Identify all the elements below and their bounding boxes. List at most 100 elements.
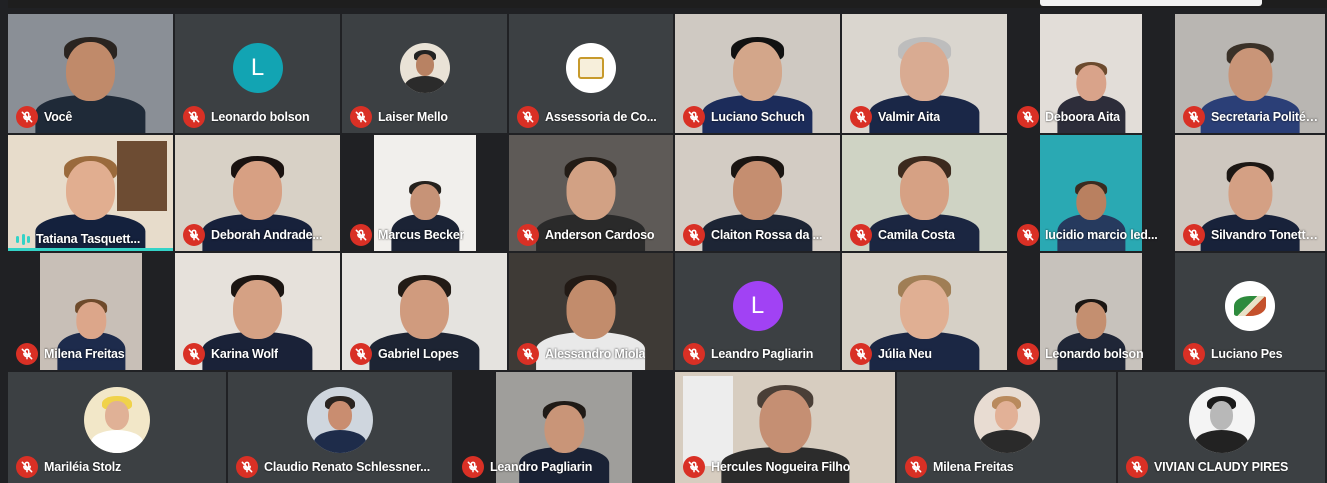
- participant-tile[interactable]: Alessandro Miola: [509, 253, 673, 370]
- participant-tile[interactable]: Camila Costa: [842, 135, 1007, 251]
- participant-head: [66, 42, 115, 102]
- participant-label: Claiton Rossa da ...: [683, 224, 822, 246]
- muted-mic-icon[interactable]: [16, 456, 38, 478]
- participant-tile[interactable]: VIVIAN CLAUDY PIRES: [1118, 372, 1325, 483]
- participant-letter-avatar: L: [232, 42, 283, 93]
- photo-head: [105, 401, 129, 431]
- participant-tile[interactable]: Deborah Andrade...: [175, 135, 340, 251]
- participant-label: Karina Wolf: [183, 343, 278, 365]
- participant-head: [733, 42, 782, 102]
- muted-mic-icon[interactable]: [1183, 343, 1205, 365]
- muted-mic-icon[interactable]: [683, 106, 705, 128]
- participant-label: Leandro Pagliarin: [462, 456, 592, 478]
- active-speaker-bar: [8, 248, 173, 251]
- participant-tile[interactable]: Marcus Becker: [342, 135, 507, 251]
- participant-tile[interactable]: Júlia Neu: [842, 253, 1007, 370]
- participant-tile[interactable]: Karina Wolf: [175, 253, 340, 370]
- participant-tile[interactable]: Gabriel Lopes: [342, 253, 507, 370]
- participant-tile[interactable]: Laiser Mello: [342, 14, 507, 133]
- muted-mic-icon[interactable]: [683, 224, 705, 246]
- muted-mic-icon[interactable]: [183, 343, 205, 365]
- participant-tile[interactable]: Luciano Pes: [1175, 253, 1325, 370]
- participant-head: [1227, 166, 1273, 221]
- participant-tile[interactable]: Claiton Rossa da ...: [675, 135, 840, 251]
- participant-tile[interactable]: L Leandro Pagliarin: [675, 253, 840, 370]
- muted-mic-icon[interactable]: [183, 106, 205, 128]
- participant-photo-avatar: [973, 386, 1040, 453]
- participant-name: Leandro Pagliarin: [490, 460, 593, 474]
- participant-label: Iucidio marcio led...: [1017, 224, 1158, 246]
- participant-tile[interactable]: Anderson Cardoso: [509, 135, 673, 251]
- participant-tile[interactable]: Leonardo bolson: [1009, 253, 1173, 370]
- muted-mic-icon[interactable]: [850, 343, 872, 365]
- muted-mic-icon[interactable]: [350, 106, 372, 128]
- participant-label: Deboora Aita: [1017, 106, 1120, 128]
- participant-name: Júlia Neu: [878, 347, 932, 361]
- participant-name: Leonardo bolson: [211, 110, 310, 124]
- participant-head: [733, 160, 782, 221]
- participant-tile[interactable]: Você: [8, 14, 173, 133]
- muted-mic-icon[interactable]: [850, 106, 872, 128]
- photo-head: [328, 401, 352, 431]
- participant-name: Claiton Rossa da ...: [711, 228, 823, 242]
- participant-tile[interactable]: Luciano Schuch: [675, 14, 840, 133]
- muted-mic-icon[interactable]: [517, 224, 539, 246]
- muted-mic-icon[interactable]: [350, 224, 372, 246]
- muted-mic-icon[interactable]: [517, 106, 539, 128]
- muted-mic-icon[interactable]: [905, 456, 927, 478]
- participant-tile[interactable]: Mariléia Stolz: [8, 372, 226, 483]
- participant-head: [566, 161, 616, 221]
- participant-name: Você: [44, 110, 73, 124]
- muted-mic-icon[interactable]: [16, 343, 38, 365]
- participant-tile[interactable]: Milena Freitas: [8, 253, 173, 370]
- participant-tile[interactable]: Assessoria de Co...: [509, 14, 673, 133]
- muted-mic-icon[interactable]: [1183, 224, 1205, 246]
- participant-head: [1076, 183, 1106, 221]
- muted-mic-icon[interactable]: [1017, 343, 1039, 365]
- participant-tile[interactable]: Claudio Renato Schlessner...: [228, 372, 452, 483]
- muted-mic-icon[interactable]: [1126, 456, 1148, 478]
- muted-mic-icon[interactable]: [517, 343, 539, 365]
- participant-tile[interactable]: Deboora Aita: [1009, 14, 1173, 133]
- muted-mic-icon[interactable]: [183, 224, 205, 246]
- participant-name: Milena Freitas: [933, 460, 1014, 474]
- participant-head: [233, 160, 282, 221]
- leaf-logo-icon: [1234, 295, 1266, 316]
- participant-tile[interactable]: L Leonardo bolson: [175, 14, 340, 133]
- participant-label: Marcus Becker: [350, 224, 464, 246]
- participant-tile[interactable]: Leandro Pagliarin: [454, 372, 673, 483]
- muted-mic-icon[interactable]: [850, 224, 872, 246]
- participant-photo-avatar: [84, 386, 150, 453]
- participant-head: [900, 42, 949, 102]
- participant-name: Mariléia Stolz: [44, 460, 122, 474]
- muted-mic-icon[interactable]: [350, 343, 372, 365]
- participant-tile[interactable]: Secretaria Politéc...: [1175, 14, 1325, 133]
- photo-body: [1195, 430, 1248, 453]
- participant-name: Secretaria Politéc...: [1211, 110, 1321, 124]
- muted-mic-icon[interactable]: [1017, 224, 1039, 246]
- muted-mic-icon[interactable]: [683, 343, 705, 365]
- participant-tile[interactable]: Silvandro Tonetto...: [1175, 135, 1325, 251]
- participant-tile[interactable]: Milena Freitas: [897, 372, 1116, 483]
- participant-photo-avatar: [566, 42, 616, 93]
- participant-label: Você: [16, 106, 72, 128]
- participant-tile[interactable]: Tatiana Tasquett...: [8, 135, 173, 251]
- photo-head: [415, 53, 434, 76]
- muted-mic-icon[interactable]: [236, 456, 258, 478]
- muted-mic-icon[interactable]: [462, 456, 484, 478]
- muted-mic-icon[interactable]: [683, 456, 705, 478]
- participant-head: [544, 404, 584, 454]
- muted-mic-icon[interactable]: [1017, 106, 1039, 128]
- participant-label: Camila Costa: [850, 224, 955, 246]
- participant-head: [1076, 64, 1106, 102]
- photo-head: [994, 401, 1019, 431]
- participant-tile[interactable]: Hercules Nogueira Filho: [675, 372, 895, 483]
- participant-label: Milena Freitas: [905, 456, 1014, 478]
- participant-name: Luciano Pes: [1211, 347, 1283, 361]
- participant-tile[interactable]: Iucidio marcio led...: [1009, 135, 1173, 251]
- participant-photo-avatar: [1225, 280, 1275, 331]
- muted-mic-icon[interactable]: [1183, 106, 1205, 128]
- muted-mic-icon[interactable]: [16, 106, 38, 128]
- participant-tile[interactable]: Valmir Aita: [842, 14, 1007, 133]
- participant-head: [400, 279, 449, 339]
